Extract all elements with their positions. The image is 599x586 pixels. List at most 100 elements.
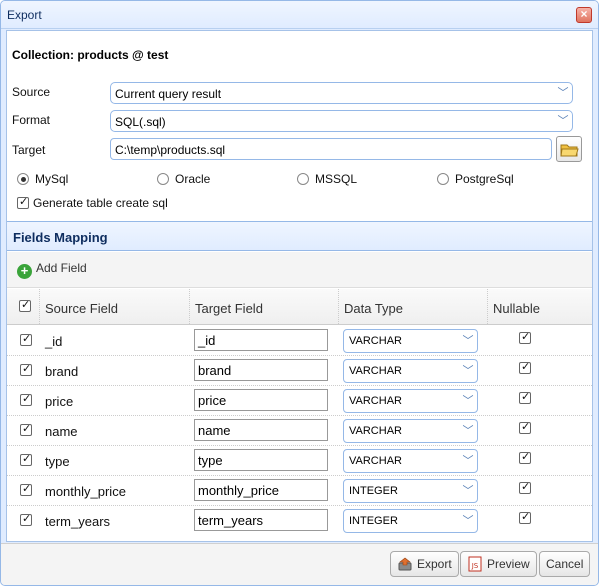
close-icon: ×	[580, 7, 588, 21]
table-row: monthly_price monthly_price INTEGER﹀	[7, 476, 592, 506]
chevron-down-icon: ﹀	[462, 455, 474, 467]
add-icon: +	[17, 264, 32, 279]
data-type-select[interactable]: VARCHAR ﹀	[343, 359, 478, 383]
export-icon	[398, 557, 412, 571]
chevron-down-icon: ﹀	[557, 87, 569, 99]
radio-label: Oracle	[175, 172, 211, 186]
target-field-input[interactable]: brand	[194, 359, 328, 381]
nullable-checkbox[interactable]	[519, 450, 531, 464]
source-field: _id	[45, 334, 63, 349]
fields-mapping-header: Fields Mapping	[7, 221, 592, 251]
nullable-checkbox[interactable]	[519, 420, 531, 434]
data-type-select[interactable]: VARCHAR ﹀	[343, 389, 478, 413]
nullable-checkbox[interactable]	[519, 390, 531, 404]
nullable-checkbox[interactable]	[519, 510, 531, 524]
target-field-input[interactable]: name	[194, 419, 328, 441]
row-checkbox[interactable]	[20, 482, 32, 496]
chevron-down-icon: ﹀	[462, 485, 474, 497]
table-row: term_years term_years INTEGER﹀	[7, 506, 592, 536]
close-button[interactable]: ×	[576, 7, 592, 23]
format-select[interactable]: SQL(.sql) ﹀	[110, 110, 573, 132]
target-path-value: C:\temp\products.sql	[115, 143, 226, 157]
fields-mapping-title: Fields Mapping	[13, 230, 108, 245]
collection-label: Collection: products @ test	[12, 48, 169, 62]
preview-button[interactable]: JS Preview	[460, 551, 537, 577]
radio-label: PostgreSql	[455, 172, 514, 186]
source-field: type	[45, 454, 70, 469]
radio-postgresql[interactable]: PostgreSql	[437, 172, 514, 186]
header-type: Data Type	[339, 289, 488, 324]
data-type-select[interactable]: INTEGER ﹀	[343, 479, 478, 503]
data-type-select[interactable]: VARCHAR ﹀	[343, 419, 478, 443]
row-checkbox[interactable]	[20, 392, 32, 406]
radio-mssql[interactable]: MSSQL	[297, 172, 357, 186]
target-path-input[interactable]: C:\temp\products.sql	[110, 138, 552, 160]
source-field: monthly_price	[45, 484, 126, 499]
target-field-input[interactable]: type	[194, 449, 328, 471]
checkbox[interactable]	[17, 195, 29, 209]
target-field-input[interactable]: term_years	[194, 509, 328, 531]
radio-dot	[157, 173, 169, 185]
format-label: Format	[12, 113, 51, 127]
export-dialog: Export × Collection: products @ test Sou…	[0, 0, 599, 586]
nullable-checkbox[interactable]	[519, 480, 531, 494]
browse-button[interactable]	[556, 136, 582, 162]
row-checkbox[interactable]	[20, 422, 32, 436]
target-field-input[interactable]: monthly_price	[194, 479, 328, 501]
add-field-label: Add Field	[36, 261, 87, 275]
svg-text:JS: JS	[471, 562, 479, 570]
source-field: term_years	[45, 514, 111, 529]
row-checkbox[interactable]	[20, 362, 32, 376]
export-button[interactable]: Export	[390, 551, 459, 577]
dialog-footer: Export JS Preview Cancel	[1, 543, 598, 585]
radio-dot	[437, 173, 449, 185]
table-row: _id _id VARCHAR﹀	[7, 326, 592, 356]
target-field-input[interactable]: _id	[194, 329, 328, 351]
nullable-checkbox[interactable]	[519, 330, 531, 344]
title-bar: Export ×	[1, 1, 598, 29]
chevron-down-icon: ﹀	[462, 395, 474, 407]
checkbox-label: Generate table create sql	[33, 196, 168, 210]
format-value: SQL(.sql)	[115, 115, 166, 129]
radio-mysql[interactable]: MySql	[17, 172, 68, 186]
radio-label: MySql	[35, 172, 69, 186]
target-label: Target	[12, 143, 46, 157]
cancel-button[interactable]: Cancel	[539, 551, 591, 577]
chevron-down-icon: ﹀	[557, 115, 569, 127]
source-field: price	[45, 394, 74, 409]
data-type-select[interactable]: VARCHAR ﹀	[343, 329, 478, 353]
source-value: Current query result	[115, 87, 222, 101]
row-checkbox[interactable]	[20, 452, 32, 466]
table-row: type type VARCHAR﹀	[7, 446, 592, 476]
header-source: Source Field	[40, 289, 190, 324]
chevron-down-icon: ﹀	[462, 365, 474, 377]
grid-header: Source Field Target Field Data Type Null…	[7, 289, 592, 325]
chevron-down-icon: ﹀	[462, 515, 474, 527]
row-checkbox[interactable]	[20, 332, 32, 346]
add-field-button[interactable]: + Add Field	[17, 261, 87, 279]
table-row: name name VARCHAR﹀	[7, 416, 592, 446]
radio-dot	[297, 173, 309, 185]
chevron-down-icon: ﹀	[462, 335, 474, 347]
data-type-select[interactable]: VARCHAR ﹀	[343, 449, 478, 473]
chevron-down-icon: ﹀	[462, 425, 474, 437]
target-field-input[interactable]: price	[194, 389, 328, 411]
source-select[interactable]: Current query result ﹀	[110, 82, 573, 104]
select-all-checkbox[interactable]	[19, 298, 31, 312]
generate-create-checkbox[interactable]: Generate table create sql	[17, 195, 168, 210]
table-row: price price VARCHAR﹀	[7, 386, 592, 416]
radio-label: MSSQL	[315, 172, 358, 186]
row-checkbox[interactable]	[20, 512, 32, 526]
radio-oracle[interactable]: Oracle	[157, 172, 210, 186]
header-target: Target Field	[190, 289, 339, 324]
folder-icon	[560, 144, 579, 157]
dialog-body: Collection: products @ test Source Curre…	[6, 30, 593, 542]
data-type-select[interactable]: INTEGER ﹀	[343, 509, 478, 533]
radio-dot	[17, 173, 29, 185]
source-field: name	[45, 424, 78, 439]
nullable-checkbox[interactable]	[519, 360, 531, 374]
mapping-toolbar: + Add Field	[7, 252, 592, 288]
preview-icon: JS	[468, 556, 482, 572]
source-label: Source	[12, 85, 51, 99]
source-field: brand	[45, 364, 79, 379]
